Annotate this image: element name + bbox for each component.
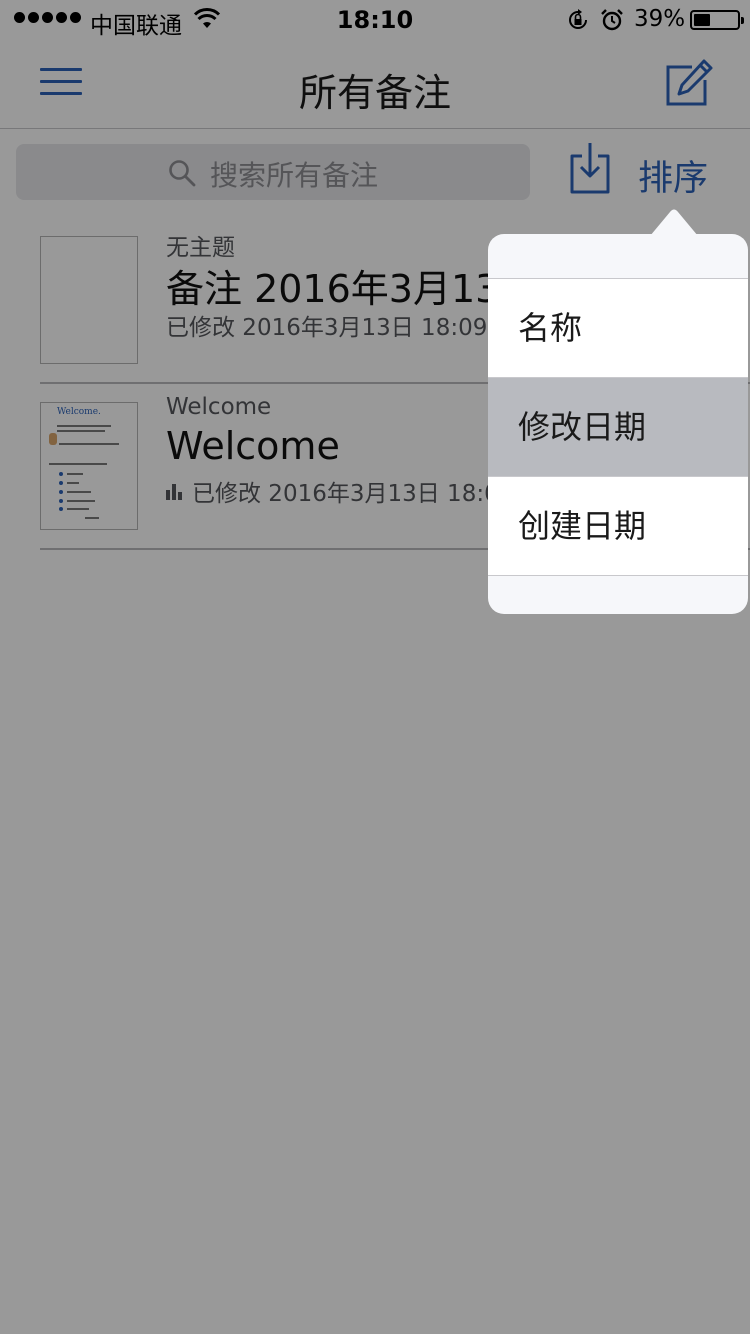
modal-dim-overlay[interactable] (0, 0, 750, 1334)
popover-arrow (650, 209, 698, 236)
sort-option-created-date[interactable]: 创建日期 (488, 477, 748, 576)
sort-option-name[interactable]: 名称 (488, 279, 748, 378)
sort-popover: 名称 修改日期 创建日期 (488, 234, 748, 614)
sort-option-modified-date[interactable]: 修改日期 (488, 378, 748, 477)
sort-options-list: 名称 修改日期 创建日期 (488, 278, 748, 576)
